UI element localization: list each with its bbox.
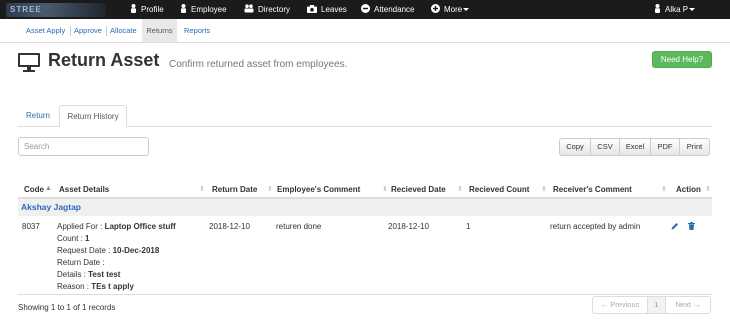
tab-return[interactable]: Return — [18, 105, 58, 127]
sub-navbar: Asset Apply Approve Allocate Returns Rep… — [0, 19, 730, 43]
detail-return-date: Return Date : — [57, 258, 105, 267]
detail-label: Return Date : — [57, 258, 105, 267]
user-icon — [655, 4, 660, 13]
table-bottom-divider — [18, 294, 712, 295]
user-icon — [131, 4, 136, 13]
col-header-receiver-comment[interactable]: Receiver's Comment — [553, 185, 632, 194]
excel-button[interactable]: Excel — [619, 138, 651, 156]
subnav-approve[interactable]: Approve — [74, 19, 102, 42]
col-header-code[interactable]: Code — [24, 185, 44, 194]
nav-attendance-label: Attendance — [374, 5, 415, 14]
subnav-divider — [70, 26, 71, 36]
group-employee-name[interactable]: Akshay Jagtap — [21, 202, 81, 212]
col-header-employee-comment[interactable]: Employee's Comment — [277, 185, 360, 194]
detail-value: Laptop Office stuff — [104, 222, 176, 231]
chevron-down-icon — [463, 8, 470, 11]
sort-asc-icon[interactable]: ▲ — [45, 185, 52, 192]
detail-applied-for: Applied For : Laptop Office stuff — [57, 222, 176, 231]
tab-return-history[interactable]: Return History — [59, 105, 127, 127]
trash-icon[interactable] — [688, 222, 695, 230]
nav-profile-label: Profile — [141, 5, 164, 14]
col-header-asset-details[interactable]: Asset Details — [59, 185, 109, 194]
cell-employee-comment: returen done — [276, 222, 322, 231]
user-icon — [181, 4, 186, 13]
minus-circle-icon — [361, 4, 370, 13]
nav-more[interactable]: More — [431, 0, 470, 19]
detail-label: Details : — [57, 270, 89, 279]
detail-reason: Reason : TEs t apply — [57, 282, 134, 291]
brand-logo[interactable]: STREE — [6, 3, 106, 17]
nav-employee[interactable]: Employee — [180, 0, 227, 19]
nav-employee-label: Employee — [191, 5, 227, 14]
print-button[interactable]: Print — [679, 138, 710, 156]
user-menu[interactable]: Alka P — [654, 0, 696, 19]
sort-icon[interactable]: ⬍ — [457, 185, 463, 193]
subnav-asset-apply[interactable]: Asset Apply — [26, 19, 65, 42]
detail-label: Request Date : — [57, 246, 113, 255]
cell-code: 8037 — [22, 222, 40, 231]
detail-value: 1 — [85, 234, 90, 243]
page-1-button[interactable]: 1 — [647, 296, 666, 314]
copy-button[interactable]: Copy — [559, 138, 591, 156]
cell-received-date: 2018-12-10 — [388, 222, 429, 231]
subnav-returns[interactable]: Returns — [142, 19, 177, 42]
nav-directory-label: Directory — [258, 5, 291, 14]
previous-button[interactable]: ← Previous — [592, 296, 648, 314]
nav-attendance[interactable]: Attendance — [361, 0, 414, 19]
edit-icon[interactable] — [671, 222, 679, 230]
nav-leaves-label: Leaves — [321, 5, 347, 14]
detail-label: Reason : — [57, 282, 92, 291]
subnav-divider — [106, 26, 107, 36]
monitor-icon — [18, 53, 40, 72]
chevron-down-icon — [689, 8, 696, 11]
export-button-group: Copy CSV Excel PDF Print — [559, 138, 710, 156]
cell-return-date: 2018-12-10 — [209, 222, 250, 231]
cell-receiver-comment: return accepted by admin — [550, 222, 641, 231]
detail-value: Test test — [88, 270, 121, 279]
detail-details: Details : Test test — [57, 270, 120, 279]
nav-leaves[interactable]: Leaves — [307, 0, 347, 19]
cell-received-count: 1 — [466, 222, 471, 231]
col-header-return-date[interactable]: Return Date — [212, 185, 257, 194]
records-info: Showing 1 to 1 of 1 records — [18, 303, 116, 312]
sort-icon[interactable]: ⬍ — [705, 185, 711, 193]
pagination: ← Previous 1 Next → — [592, 296, 711, 314]
pdf-button[interactable]: PDF — [650, 138, 680, 156]
users-icon — [244, 4, 254, 13]
col-header-action: Action — [676, 185, 701, 194]
page-subtitle: Confirm returned asset from employees. — [169, 59, 348, 70]
search-input[interactable] — [18, 137, 149, 156]
col-header-received-date[interactable]: Recieved Date — [391, 185, 446, 194]
sort-icon[interactable]: ⬍ — [382, 185, 388, 193]
nav-more-label: More — [444, 5, 463, 14]
detail-value: 10-Dec-2018 — [112, 246, 160, 255]
plus-circle-icon — [431, 4, 440, 13]
nav-profile[interactable]: Profile — [130, 0, 164, 19]
sort-icon[interactable]: ⬍ — [267, 185, 273, 193]
nav-directory[interactable]: Directory — [244, 0, 290, 19]
detail-count: Count : 1 — [57, 234, 89, 243]
csv-button[interactable]: CSV — [590, 138, 620, 156]
sort-icon[interactable]: ⬍ — [199, 185, 205, 193]
brand-text: STREE — [10, 5, 42, 14]
need-help-button[interactable]: Need Help? — [652, 51, 712, 68]
sort-icon[interactable]: ⬍ — [541, 185, 547, 193]
camera-icon — [307, 5, 317, 13]
detail-label: Count : — [57, 234, 86, 243]
subnav-reports[interactable]: Reports — [184, 19, 210, 42]
sort-icon[interactable]: ⬍ — [661, 185, 667, 193]
group-row: Akshay Jagtap — [18, 199, 712, 216]
detail-label: Applied For : — [57, 222, 105, 231]
col-header-received-count[interactable]: Recieved Count — [469, 185, 529, 194]
top-navbar: STREE Profile Employee Directory Leaves … — [0, 0, 730, 19]
subnav-allocate[interactable]: Allocate — [110, 19, 137, 42]
page-title: Return Asset — [48, 50, 160, 70]
next-button[interactable]: Next → — [665, 296, 711, 314]
detail-request-date: Request Date : 10-Dec-2018 — [57, 246, 159, 255]
detail-value: TEs t apply — [91, 282, 134, 291]
user-name: Alka P — [665, 5, 689, 14]
